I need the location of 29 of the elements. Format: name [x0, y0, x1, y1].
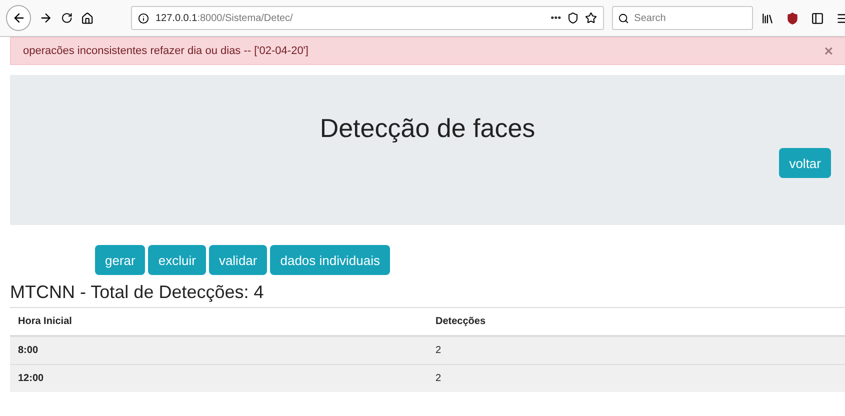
column-header: Detecções — [428, 308, 845, 336]
action-button[interactable]: excluir — [148, 245, 206, 275]
column-header: Hora Inicial — [10, 308, 428, 336]
library-icon[interactable] — [761, 12, 774, 24]
info-icon[interactable] — [138, 12, 150, 24]
sidebar-icon[interactable] — [811, 12, 824, 24]
page-actions-button[interactable]: ••• — [550, 12, 562, 24]
table-cell: 2 — [428, 364, 845, 392]
alert-message: operacões inconsistentes refazer dia ou dias -- ['02-04-20'] — [23, 45, 308, 57]
bookmark-star-icon[interactable] — [585, 12, 598, 24]
section-heading: MTCNN - Total de Detecções: 4 — [10, 282, 265, 303]
table-cell: 12:00 — [10, 364, 428, 392]
reload-icon[interactable] — [61, 12, 73, 24]
close-button[interactable]: × — [824, 42, 833, 60]
search-icon — [618, 12, 630, 24]
voltar-button[interactable]: voltar — [779, 148, 831, 178]
table-cell: 8:00 — [10, 336, 428, 364]
action-button[interactable]: gerar — [95, 245, 146, 275]
back-button[interactable] — [6, 5, 32, 31]
table-cell: 2 — [428, 336, 845, 364]
action-button[interactable]: dados individuais — [270, 245, 390, 275]
address-bar[interactable]: 127.0.0.1:8000/Sistema/Detec/ ••• — [131, 6, 604, 30]
shield-icon[interactable] — [786, 12, 799, 24]
search-input[interactable]: Search — [634, 12, 734, 24]
action-button[interactable]: validar — [208, 245, 268, 275]
home-icon[interactable] — [80, 12, 94, 24]
forward-icon[interactable] — [39, 11, 54, 25]
page-title: Detecção de faces — [320, 113, 536, 144]
search-field[interactable]: Search — [612, 6, 753, 30]
